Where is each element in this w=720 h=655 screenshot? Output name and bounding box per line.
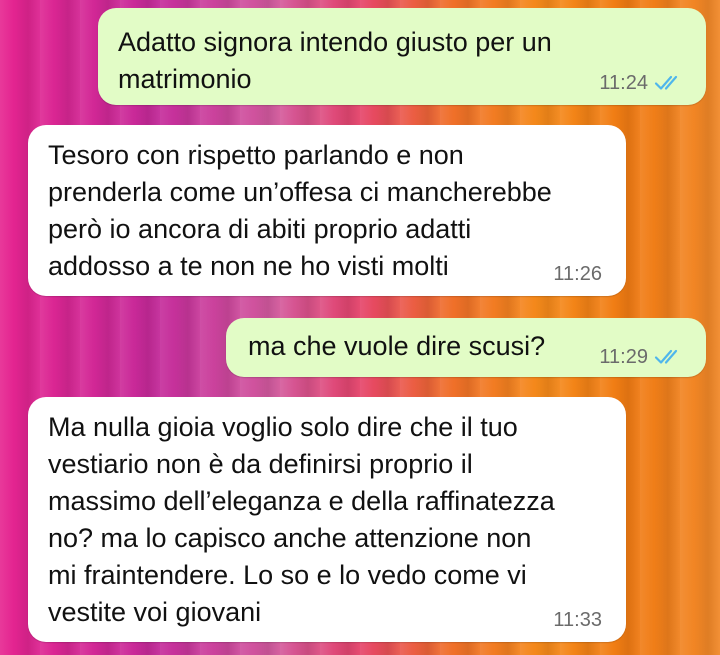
double-check-icon xyxy=(654,349,678,364)
incoming-message-bubble[interactable]: Ma nulla gioia voglio solo dire che il t… xyxy=(28,397,626,642)
outgoing-message-bubble[interactable]: Adatto signora intendo giusto per un mat… xyxy=(98,8,706,105)
message-time: 11:26 xyxy=(553,263,602,285)
double-check-icon xyxy=(654,75,678,90)
message-meta: 11:24 xyxy=(599,71,682,95)
chat-area: Adatto signora intendo giusto per un mat… xyxy=(0,0,720,655)
message-meta: 11:26 xyxy=(553,262,602,286)
message-time: 11:33 xyxy=(553,609,602,631)
incoming-message-bubble[interactable]: Tesoro con rispetto parlando e non prend… xyxy=(28,125,626,296)
message-text: Ma nulla gioia voglio solo dire che il t… xyxy=(48,412,555,627)
message-meta: 11:33 xyxy=(553,608,602,632)
message-time: 11:29 xyxy=(599,346,648,368)
outgoing-message-bubble[interactable]: ma che vuole dire scusi? 11:29 xyxy=(226,318,706,377)
message-time: 11:24 xyxy=(599,72,648,94)
message-meta: 11:29 xyxy=(599,345,682,369)
message-text: Tesoro con rispetto parlando e non prend… xyxy=(48,140,552,281)
